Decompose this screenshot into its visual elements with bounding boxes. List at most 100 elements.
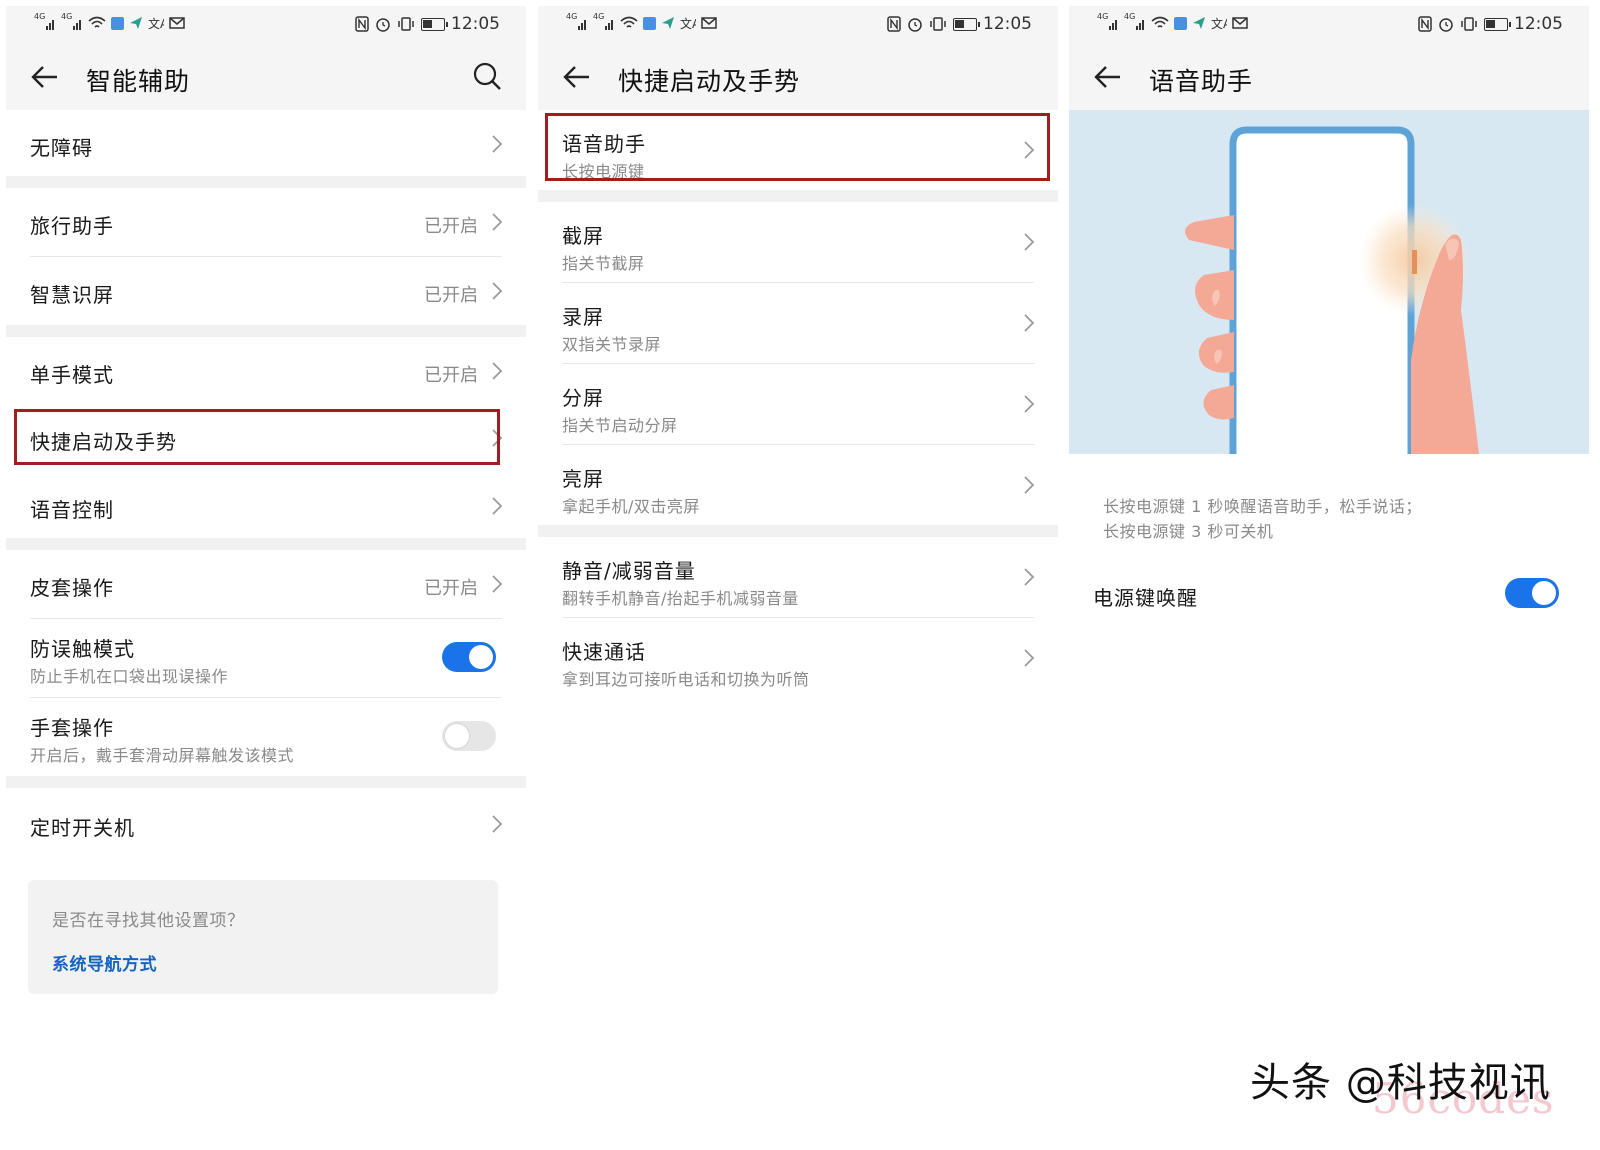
back-arrow-icon[interactable] bbox=[562, 62, 592, 92]
item-label: 定时开关机 bbox=[30, 816, 135, 840]
plane-notification-icon bbox=[662, 17, 674, 29]
suggestion-card: 是否在寻找其他设置项？ 系统导航方式 bbox=[28, 880, 498, 994]
item-label: 快速通话 bbox=[562, 640, 646, 664]
chevron-right-icon bbox=[1024, 395, 1035, 413]
app-bar: 智能辅助 bbox=[6, 44, 526, 110]
section-gap bbox=[6, 325, 526, 337]
app-notification-icon bbox=[643, 16, 656, 30]
item-description: 防止手机在口袋出现误操作 bbox=[30, 667, 229, 686]
item-status: 已开启 bbox=[424, 578, 478, 599]
settings-item-scheduled-power[interactable]: 定时开关机 bbox=[6, 788, 526, 858]
battery-icon bbox=[953, 17, 980, 31]
item-label: 单手模式 bbox=[30, 363, 114, 387]
settings-item-split-screen[interactable]: 分屏 指关节启动分屏 bbox=[538, 364, 1058, 444]
back-arrow-icon[interactable] bbox=[30, 62, 60, 92]
chevron-right-icon bbox=[1024, 568, 1035, 586]
settings-item-quick-call[interactable]: 快速通话 拿到耳边可接听电话和切换为听筒 bbox=[538, 618, 1058, 698]
chevron-right-icon bbox=[1024, 314, 1035, 332]
power-key-wakeup-toggle[interactable] bbox=[1505, 578, 1559, 608]
description-line-1: 长按电源键 1 秒唤醒语音助手，松手说话； bbox=[1103, 497, 1422, 516]
battery-icon bbox=[421, 17, 448, 31]
wifi-icon bbox=[1151, 16, 1169, 28]
signal-icon: 4G bbox=[566, 12, 588, 30]
watermark: 头条 @科技视讯 bbox=[1250, 1060, 1551, 1106]
settings-item-wake-screen[interactable]: 亮屏 拿起手机/双击亮屏 bbox=[538, 445, 1058, 525]
mail-icon bbox=[1232, 17, 1248, 29]
page-title: 语音助手 bbox=[1149, 67, 1254, 96]
section-gap bbox=[538, 525, 1058, 537]
screen-shortcuts-gestures: 4G 4G 文A 12:05 快捷启动及手势 语音助手 长按电源键 截屏 指关节… bbox=[538, 6, 1058, 1144]
plane-notification-icon bbox=[1193, 17, 1205, 29]
screen-voice-assistant: 4G 4G 文A 12:05 语音助手 bbox=[1069, 6, 1589, 1144]
status-icons-left: 4G 4G 文A bbox=[34, 12, 185, 30]
translate-icon: 文A bbox=[1211, 16, 1227, 30]
status-icons-right: 12:05 bbox=[355, 14, 500, 34]
item-label: 无障碍 bbox=[30, 136, 93, 160]
item-status: 已开启 bbox=[424, 365, 478, 386]
chevron-right-icon bbox=[492, 575, 503, 593]
search-icon[interactable] bbox=[472, 61, 502, 91]
highlight-box bbox=[545, 113, 1050, 181]
signal-icon: 4G bbox=[593, 12, 615, 30]
settings-item-one-hand-mode[interactable]: 单手模式 已开启 bbox=[6, 337, 526, 405]
glove-mode-toggle[interactable] bbox=[442, 721, 496, 751]
item-label: 静音/减弱音量 bbox=[562, 559, 696, 583]
signal-icon: 4G bbox=[1124, 12, 1146, 30]
signal-icon: 4G bbox=[61, 12, 83, 30]
item-description: 拿起手机/双击亮屏 bbox=[562, 497, 700, 516]
chevron-right-icon bbox=[492, 282, 503, 300]
wifi-icon bbox=[88, 16, 106, 28]
settings-item-smart-screen[interactable]: 智慧识屏 已开启 bbox=[6, 257, 526, 325]
settings-item-travel-assistant[interactable]: 旅行助手 已开启 bbox=[6, 188, 526, 256]
settings-item-power-key-wakeup: 电源键唤醒 bbox=[1069, 558, 1589, 628]
translate-icon: 文A bbox=[148, 16, 164, 30]
app-notification-icon bbox=[111, 16, 124, 30]
status-time: 12:05 bbox=[451, 14, 500, 34]
back-arrow-icon[interactable] bbox=[1093, 62, 1123, 92]
item-status: 已开启 bbox=[424, 216, 478, 237]
nfc-icon bbox=[887, 16, 901, 32]
highlight-box bbox=[14, 409, 500, 465]
item-description: 指关节启动分屏 bbox=[562, 416, 678, 435]
item-description: 拿到耳边可接听电话和切换为听筒 bbox=[562, 670, 810, 689]
status-icons-right: 12:05 bbox=[887, 14, 1032, 34]
mail-icon bbox=[169, 17, 185, 29]
status-time: 12:05 bbox=[983, 14, 1032, 34]
item-label: 录屏 bbox=[562, 305, 604, 329]
status-bar: 4G 4G 文A 12:05 bbox=[6, 6, 526, 44]
signal-icon: 4G bbox=[1097, 12, 1119, 30]
signal-icon: 4G bbox=[34, 12, 56, 30]
status-icons-left: 4G 4G 文A bbox=[566, 12, 717, 30]
item-label: 电源键唤醒 bbox=[1093, 586, 1198, 610]
chevron-right-icon bbox=[1024, 233, 1035, 251]
mail-icon bbox=[701, 17, 717, 29]
settings-item-accessibility[interactable]: 无障碍 bbox=[6, 110, 526, 176]
item-label: 语音控制 bbox=[30, 498, 114, 522]
vibrate-icon bbox=[930, 17, 946, 31]
status-icons-left: 4G 4G 文A bbox=[1097, 12, 1248, 30]
status-time: 12:05 bbox=[1514, 14, 1563, 34]
chevron-right-icon bbox=[492, 497, 503, 515]
settings-item-screenshot[interactable]: 截屏 指关节截屏 bbox=[538, 202, 1058, 282]
settings-item-mute-reduce-volume[interactable]: 静音/减弱音量 翻转手机静音/抬起手机减弱音量 bbox=[538, 537, 1058, 617]
section-gap bbox=[538, 190, 1058, 202]
anti-mistouch-toggle[interactable] bbox=[442, 642, 496, 672]
svg-text:文A: 文A bbox=[148, 16, 164, 30]
system-navigation-link[interactable]: 系统导航方式 bbox=[52, 950, 157, 975]
settings-item-voice-control[interactable]: 语音控制 bbox=[6, 472, 526, 538]
item-status: 已开启 bbox=[424, 285, 478, 306]
item-label: 手套操作 bbox=[30, 716, 114, 740]
svg-text:文A: 文A bbox=[1211, 16, 1227, 30]
wifi-icon bbox=[620, 16, 638, 28]
page-title: 快捷启动及手势 bbox=[618, 67, 801, 96]
suggestion-question: 是否在寻找其他设置项？ bbox=[52, 911, 245, 931]
item-description: 翻转手机静音/抬起手机减弱音量 bbox=[562, 589, 799, 608]
settings-item-cover-operation[interactable]: 皮套操作 已开启 bbox=[6, 550, 526, 618]
battery-icon bbox=[1484, 17, 1511, 31]
item-label: 亮屏 bbox=[562, 467, 604, 491]
chevron-right-icon bbox=[1024, 649, 1035, 667]
screen-smart-assist: 4G 4G 文A 12:05 智能辅助 无障碍 旅行助手 已开启 bbox=[6, 6, 526, 1144]
settings-item-screen-record[interactable]: 录屏 双指关节录屏 bbox=[538, 283, 1058, 363]
nfc-icon bbox=[355, 16, 369, 32]
item-label: 智慧识屏 bbox=[30, 283, 114, 307]
